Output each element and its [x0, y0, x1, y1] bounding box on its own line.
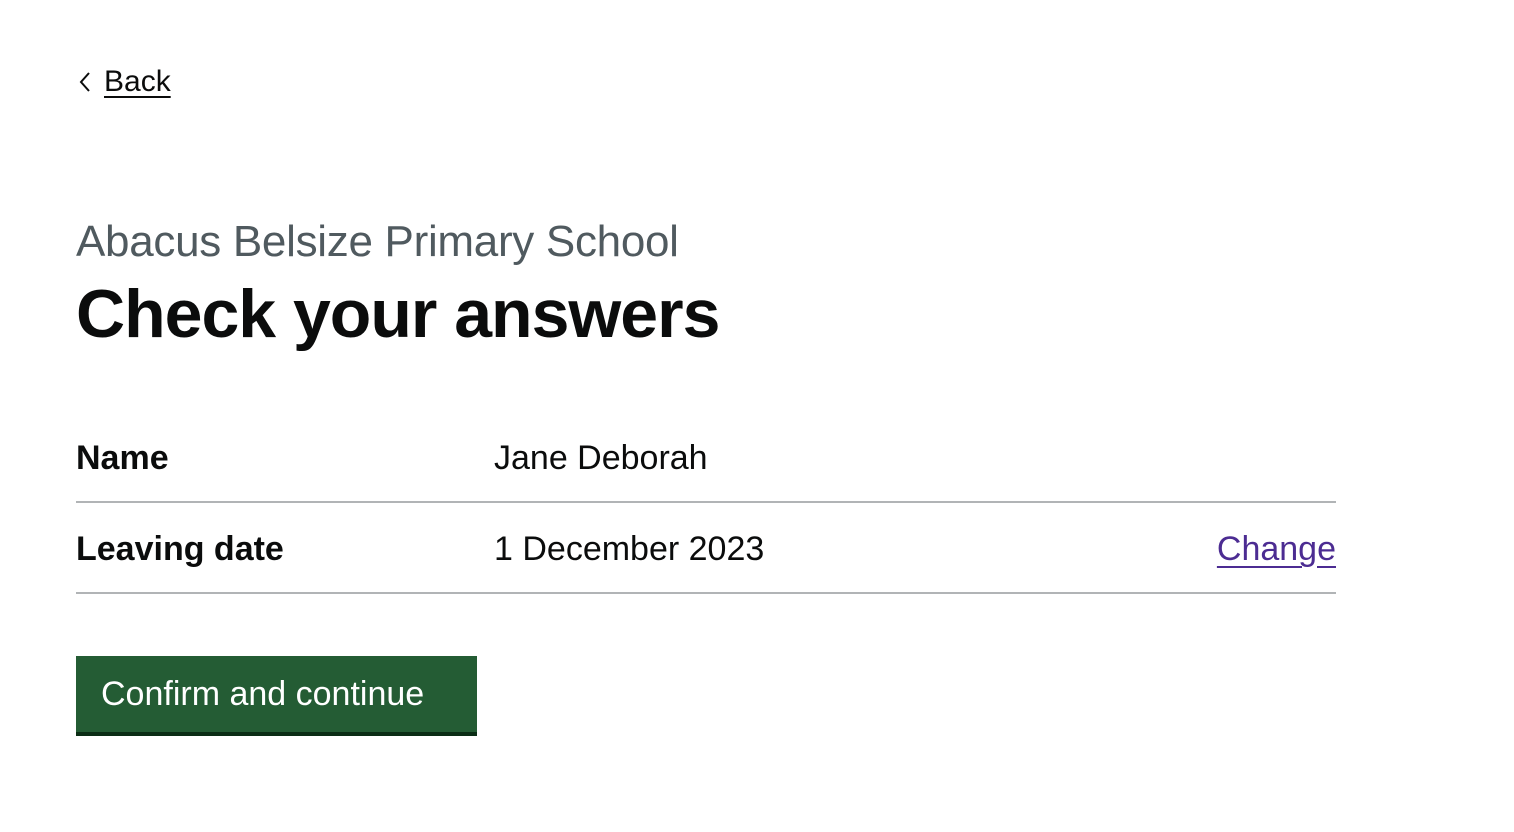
summary-list: Name Jane Deborah Leaving date 1 Decembe…: [76, 412, 1336, 594]
back-link-label: Back: [104, 65, 171, 98]
change-leaving-date-link[interactable]: Change: [1217, 529, 1336, 569]
summary-key-leaving-date: Leaving date: [76, 530, 284, 568]
summary-key-name: Name: [76, 439, 169, 477]
summary-value-leaving-date: 1 December 2023: [494, 530, 765, 568]
confirm-and-continue-button[interactable]: Confirm and continue: [76, 656, 477, 732]
summary-row-leaving-date: Leaving date 1 December 2023 Change: [76, 503, 1336, 594]
page-caption: Abacus Belsize Primary School: [76, 217, 679, 266]
back-link[interactable]: Back: [76, 62, 171, 102]
chevron-left-icon: [79, 72, 90, 92]
page-title: Check your answers: [76, 276, 720, 352]
page: Back Abacus Belsize Primary School Check…: [0, 0, 1514, 832]
summary-row-name: Name Jane Deborah: [76, 412, 1336, 503]
summary-value-name: Jane Deborah: [494, 439, 708, 477]
